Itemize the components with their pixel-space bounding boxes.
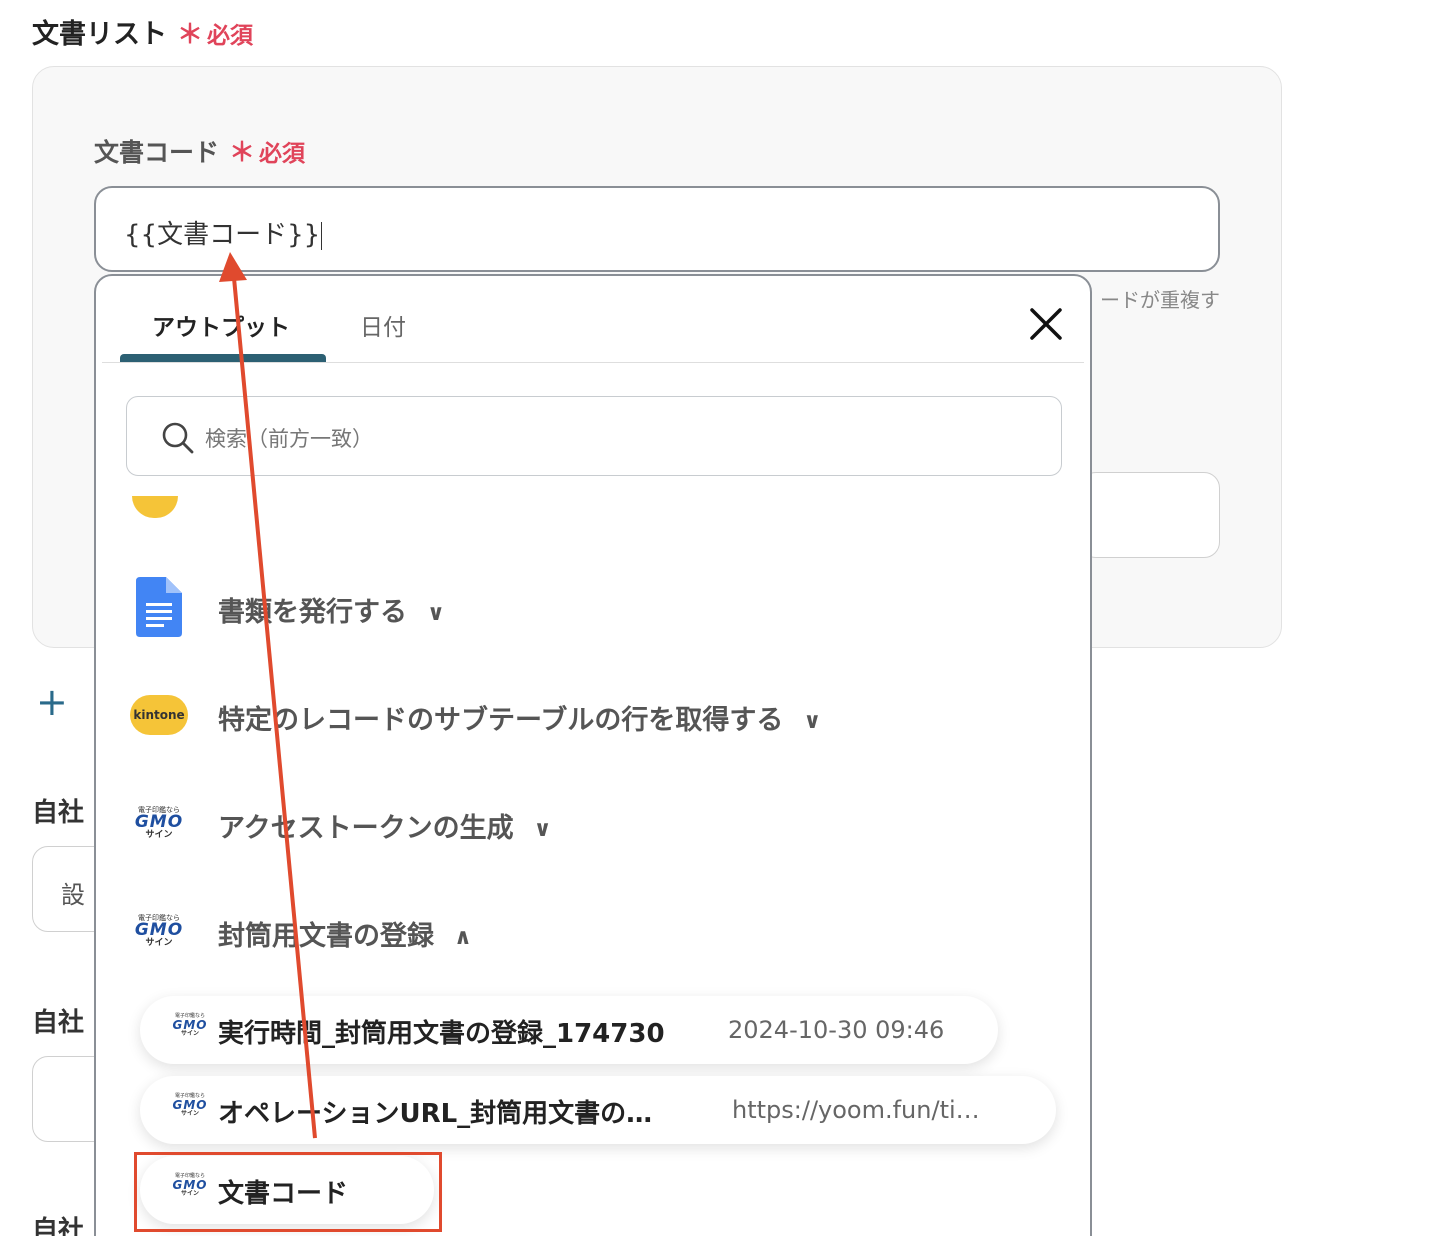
background-input[interactable] xyxy=(1080,472,1220,558)
required-text: 必須 xyxy=(207,23,254,49)
background-label-3: 自社 xyxy=(32,1216,85,1236)
plus-icon[interactable]: + xyxy=(36,680,68,724)
google-docs-icon xyxy=(126,574,192,640)
output-picker-popup: アウトプット 日付 検索（前方一致） 書類を発行する ∨ kintone 特定の… xyxy=(94,274,1092,1236)
tab-divider xyxy=(102,362,1084,363)
operation-label: アクセストークンの生成 xyxy=(218,813,514,844)
section-title-text: 文書リスト xyxy=(32,19,167,50)
output-list: 書類を発行する ∨ kintone 特定のレコードのサブテーブルの行を取得する ∨ … xyxy=(96,486,1090,1236)
search-icon xyxy=(161,421,195,455)
code-field-label: 文書コード ＊必須 xyxy=(94,132,305,169)
close-icon[interactable] xyxy=(1024,302,1068,346)
gmo-logo-bot: サイン xyxy=(180,1110,199,1117)
gmo-sign-icon: 電子印鑑なら GMO サイン xyxy=(170,1094,210,1117)
operation-label: 特定のレコードのサブテーブルの行を取得する xyxy=(218,705,784,736)
code-required-text: 必須 xyxy=(259,141,306,167)
background-field-1-text: 設 xyxy=(61,881,85,909)
gmo-sign-icon: 電子印鑑なら GMO サイン xyxy=(126,790,192,856)
document-code-input[interactable]: {{文書コード}} xyxy=(94,186,1220,272)
operation-row-envelope-document[interactable]: 電子印鑑なら GMO サイン 封筒用文書の登録 ∧ xyxy=(126,898,1056,968)
operation-row-kintone-subtable[interactable]: kintone 特定のレコードのサブテーブルの行を取得する ∨ xyxy=(126,682,1056,752)
kintone-icon: kintone xyxy=(126,682,192,748)
output-item-execution-time[interactable]: 電子印鑑なら GMO サイン 実行時間_封筒用文書の登録_174730 2024… xyxy=(140,996,998,1064)
gmo-logo-bot: サイン xyxy=(180,1030,199,1037)
chevron-down-icon[interactable]: ∨ xyxy=(803,709,821,734)
document-code-value: {{文書コード}} xyxy=(124,220,321,250)
gmo-logo-bot: サイン xyxy=(145,937,173,948)
gmo-logo-bot: サイン xyxy=(145,829,173,840)
annotation-highlight-box xyxy=(134,1152,442,1232)
gmo-logo-mid: GMO xyxy=(134,919,184,940)
code-required-star: ＊ xyxy=(229,138,256,168)
operation-label: 封筒用文書の登録 xyxy=(218,921,434,952)
chevron-up-icon[interactable]: ∧ xyxy=(454,925,472,950)
output-label: オペレーションURL_封筒用文書の… xyxy=(218,1099,653,1129)
section-title: 文書リスト ＊必須 xyxy=(32,12,253,51)
required-star: ＊ xyxy=(177,20,204,50)
code-field-label-text: 文書コード xyxy=(94,138,220,167)
tab-date[interactable]: 日付 xyxy=(360,308,406,342)
chevron-down-icon[interactable]: ∨ xyxy=(427,601,445,626)
operation-label: 書類を発行する xyxy=(218,597,407,628)
field-help-text: ードが重複す xyxy=(1100,288,1220,312)
partial-operation-icon xyxy=(132,496,178,518)
output-label: 実行時間_封筒用文書の登録_174730 xyxy=(218,1019,665,1049)
background-label-2: 自社 xyxy=(32,1008,85,1038)
operation-row-access-token[interactable]: 電子印鑑なら GMO サイン アクセストークンの生成 ∨ xyxy=(126,790,1056,860)
active-tab-indicator xyxy=(120,354,326,362)
text-caret xyxy=(321,221,323,250)
background-label-1: 自社 xyxy=(32,798,85,828)
gmo-logo-mid: GMO xyxy=(134,811,184,832)
tab-output[interactable]: アウトプット xyxy=(152,308,290,342)
operation-row-issue-document[interactable]: 書類を発行する ∨ xyxy=(126,574,1056,644)
output-value: 2024-10-30 09:46 xyxy=(728,1016,945,1044)
output-value: https://yoom.fun/ti… xyxy=(732,1096,980,1124)
output-item-operation-url[interactable]: 電子印鑑なら GMO サイン オペレーションURL_封筒用文書の… https:… xyxy=(140,1076,1056,1144)
search-input[interactable]: 検索（前方一致） xyxy=(126,396,1062,476)
gmo-sign-icon: 電子印鑑なら GMO サイン xyxy=(170,1014,210,1037)
search-placeholder: 検索（前方一致） xyxy=(205,427,373,451)
chevron-down-icon[interactable]: ∨ xyxy=(534,817,552,842)
gmo-sign-icon: 電子印鑑なら GMO サイン xyxy=(126,898,192,964)
kintone-logo-text: kintone xyxy=(130,695,188,735)
